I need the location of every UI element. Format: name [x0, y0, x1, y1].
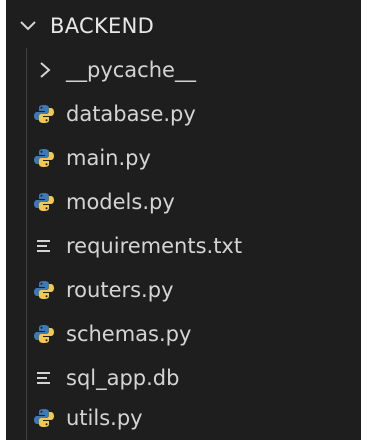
file-label: models.py: [66, 190, 175, 214]
file-label: main.py: [66, 146, 151, 170]
chevron-right-icon: [40, 62, 51, 78]
file-schemas-py[interactable]: schemas.py: [6, 312, 361, 356]
python-icon: [34, 193, 54, 211]
python-icon: [34, 149, 54, 167]
file-requirements-txt[interactable]: requirements.txt: [6, 224, 361, 268]
explorer-panel: BACKEND __pycache__ database.py main.py: [6, 0, 361, 440]
python-icon: [34, 281, 54, 299]
python-icon: [34, 409, 54, 427]
folder-label: BACKEND: [50, 14, 155, 38]
text-file-icon: [37, 240, 50, 252]
folder-pycache[interactable]: __pycache__: [6, 48, 361, 92]
file-label: database.py: [66, 102, 196, 126]
chevron-down-icon: [20, 21, 36, 31]
file-main-py[interactable]: main.py: [6, 136, 361, 180]
file-database-py[interactable]: database.py: [6, 92, 361, 136]
python-icon: [34, 105, 54, 123]
file-label: schemas.py: [66, 322, 192, 346]
file-label: sql_app.db: [66, 366, 180, 390]
text-file-icon: [37, 372, 50, 384]
file-routers-py[interactable]: routers.py: [6, 268, 361, 312]
file-models-py[interactable]: models.py: [6, 180, 361, 224]
file-utils-py[interactable]: utils.py: [6, 396, 361, 440]
file-label: requirements.txt: [66, 234, 243, 258]
file-label: __pycache__: [66, 58, 196, 82]
folder-backend[interactable]: BACKEND: [6, 4, 361, 48]
file-label: utils.py: [66, 406, 143, 430]
python-icon: [34, 325, 54, 343]
file-sql-app-db[interactable]: sql_app.db: [6, 356, 361, 400]
file-label: routers.py: [66, 278, 174, 302]
